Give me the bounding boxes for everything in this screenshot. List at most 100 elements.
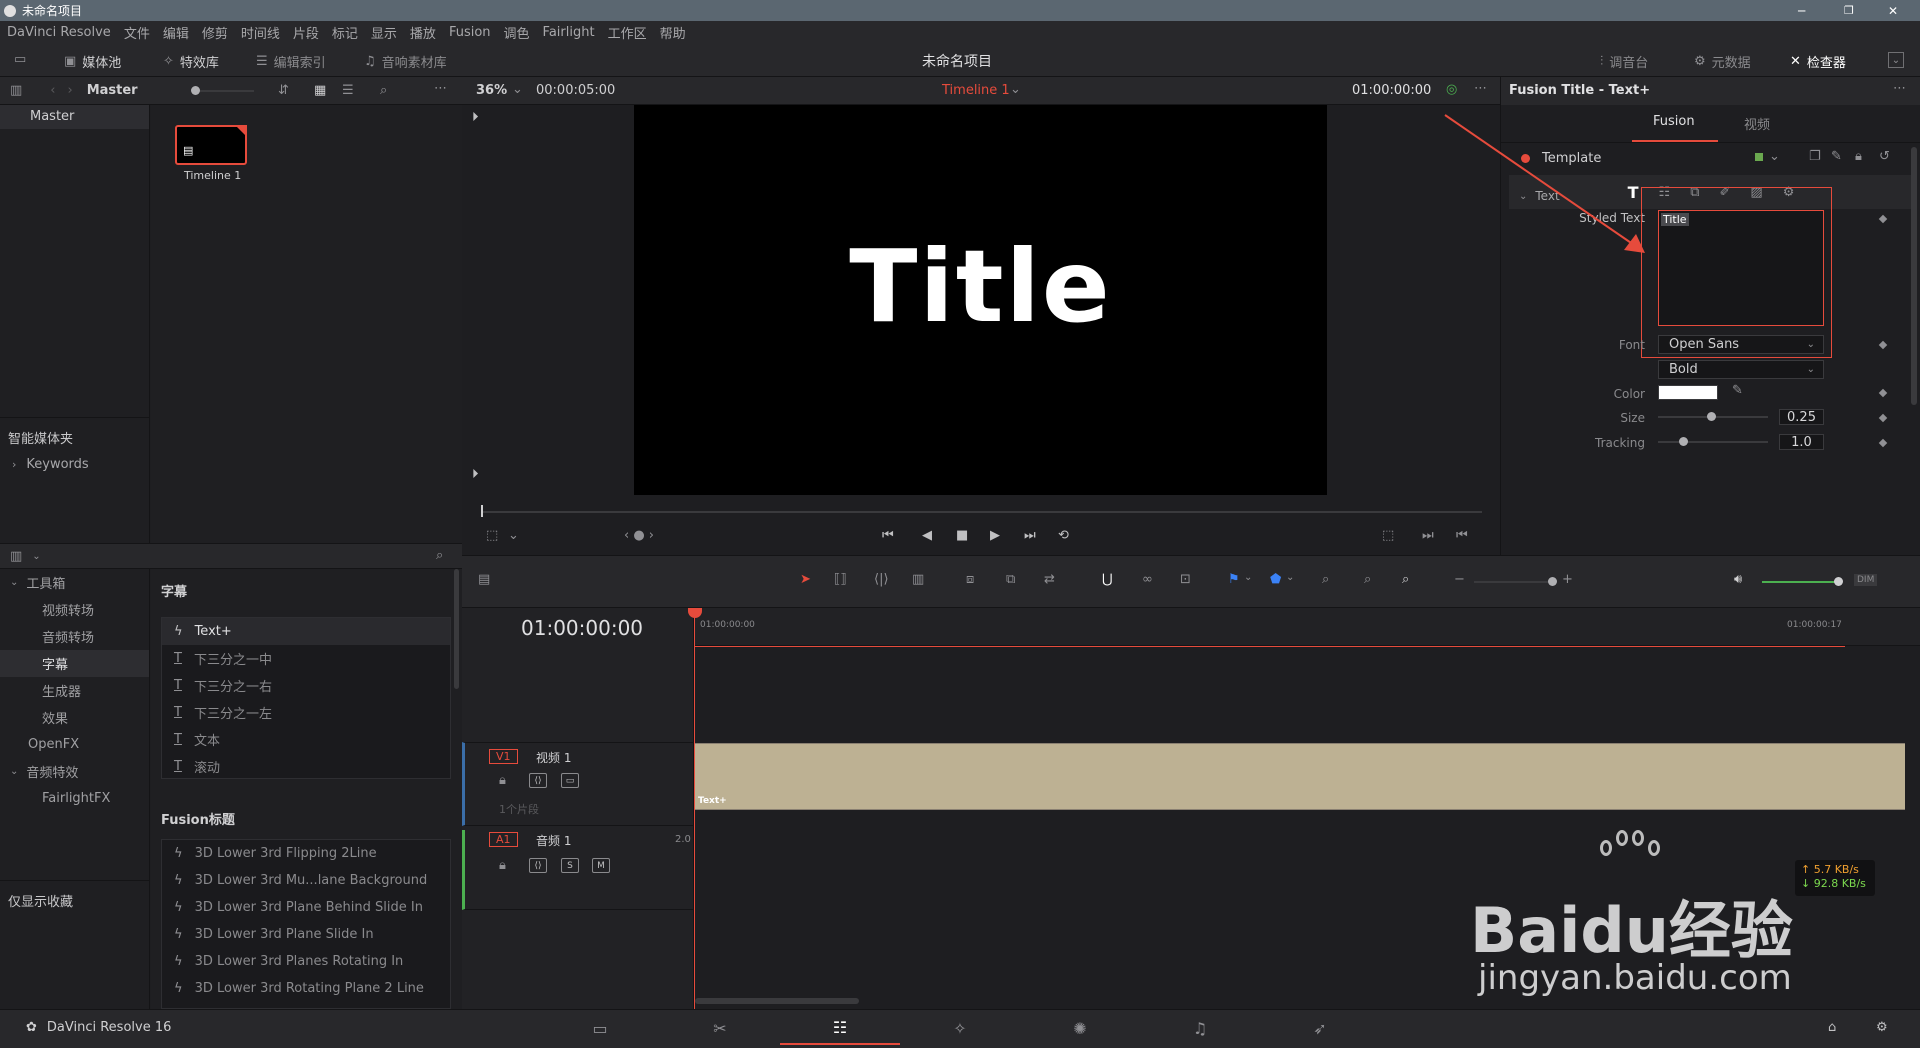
tab-video[interactable]: 视频: [1744, 114, 1770, 133]
color-swatch[interactable]: [1658, 385, 1718, 400]
color-page-button[interactable]: ✺: [1020, 1011, 1140, 1045]
zoom-level[interactable]: 36%: [476, 83, 507, 98]
menu-clip[interactable]: 片段: [293, 23, 319, 42]
a1-lock-icon[interactable]: 🔒︎: [499, 858, 506, 873]
menu-playback[interactable]: 播放: [410, 23, 436, 42]
zoom-detail-icon[interactable]: ⌕: [1364, 572, 1371, 587]
dim-button[interactable]: DIM: [1854, 574, 1878, 586]
snapping-icon[interactable]: ⋃: [1102, 572, 1113, 587]
menu-trim[interactable]: 修剪: [202, 23, 228, 42]
timeline-ruler[interactable]: 01:00:00:00 01:00:00:17: [695, 608, 1920, 646]
timeline-zoom-knob[interactable]: [1548, 577, 1557, 586]
bin-master[interactable]: Master: [0, 105, 149, 129]
selection-tool-icon[interactable]: ➤: [800, 572, 811, 587]
menu-workspace[interactable]: 工作区: [608, 23, 647, 42]
marker-dropdown-icon[interactable]: ⌄: [1286, 572, 1294, 583]
font-keyframe-icon[interactable]: [1878, 340, 1888, 350]
effects-dropdown-icon[interactable]: ⌄: [32, 551, 40, 562]
viewer-options-icon[interactable]: ⋯: [1474, 81, 1487, 96]
menu-davinci[interactable]: DaVinci Resolve: [7, 25, 111, 40]
blade-tool-icon[interactable]: ▥: [912, 572, 924, 587]
prev-clip-icon[interactable]: ⏮: [1456, 528, 1468, 543]
thumb-size-knob[interactable]: [191, 86, 200, 95]
edit-index-button[interactable]: ☰ 编辑索引: [256, 52, 326, 71]
play-reverse-icon[interactable]: ◀: [922, 528, 932, 543]
zoom-custom-icon[interactable]: ⌕: [1402, 572, 1409, 587]
eyedropper-icon[interactable]: ✎: [1732, 383, 1743, 398]
link-icon[interactable]: ∞: [1142, 572, 1153, 587]
a1-mute-button[interactable]: M: [592, 858, 610, 873]
sound-library-button[interactable]: ♫ 音响素材库: [364, 52, 447, 71]
pin-icon[interactable]: ✎: [1831, 149, 1842, 164]
fusion-title-item[interactable]: ϟ 3D Lower 3rd Planes Rotating In: [162, 948, 450, 975]
overwrite-clip-icon[interactable]: ⧉: [1006, 572, 1015, 587]
keywords-item[interactable]: › Keywords: [12, 457, 89, 472]
openfx-item[interactable]: OpenFX: [0, 731, 149, 758]
textplus-clip[interactable]: Text+: [695, 743, 1905, 810]
size-input[interactable]: 0.25: [1779, 409, 1824, 425]
deliver-page-button[interactable]: ➶: [1260, 1011, 1380, 1045]
close-icon[interactable]: ✕: [1888, 4, 1898, 18]
zoom-in-icon[interactable]: +: [1562, 572, 1573, 587]
fusion-page-button[interactable]: ✧: [900, 1011, 1020, 1045]
dynamic-trim-icon[interactable]: ⟨|⟩: [874, 572, 889, 587]
effects-search-icon[interactable]: ⌕: [436, 548, 443, 563]
title-item-text[interactable]: T 文本: [162, 726, 450, 753]
replace-clip-icon[interactable]: ⇄: [1044, 572, 1055, 587]
metadata-button[interactable]: ⚙ 元数据: [1694, 52, 1751, 71]
mixer-button[interactable]: ⫶ 调音台: [1600, 52, 1648, 71]
volume-slider[interactable]: [1762, 581, 1838, 583]
generators-item[interactable]: 生成器: [0, 677, 149, 704]
size-slider-knob[interactable]: [1707, 412, 1716, 421]
match-frame-icon[interactable]: ⬚: [1382, 528, 1394, 543]
menu-fairlight[interactable]: Fairlight: [543, 25, 595, 40]
zoom-dropdown-icon[interactable]: ⌄: [512, 82, 523, 97]
inspector-scrollbar[interactable]: [1911, 147, 1917, 405]
list-view-icon[interactable]: ☰: [342, 83, 354, 98]
toolbox-item[interactable]: ⌄ 工具箱: [0, 569, 149, 596]
flag-dropdown-icon[interactable]: ⌄: [1244, 572, 1252, 583]
a1-auto-select-icon[interactable]: ⟨⟩: [529, 858, 547, 873]
title-item-lower-left[interactable]: T 下三分之一左: [162, 699, 450, 726]
inspector-button[interactable]: ✕ 检查器: [1790, 52, 1846, 71]
home-icon[interactable]: ⌂: [1828, 1020, 1836, 1035]
styled-text-keyframe-icon[interactable]: [1878, 214, 1888, 224]
menu-view[interactable]: 显示: [371, 23, 397, 42]
scrubber-bar[interactable]: [482, 511, 1482, 513]
media-page-button[interactable]: ▭: [540, 1011, 660, 1045]
cut-page-button[interactable]: ✂: [660, 1011, 780, 1045]
layout-icon[interactable]: ▭: [14, 52, 26, 67]
style-dropdown[interactable]: Bold ⌄: [1658, 360, 1824, 379]
fusion-title-item[interactable]: ϟ 3D Lower 3rd Plane Slide In: [162, 921, 450, 948]
fusion-title-item[interactable]: ϟ 3D Lower 3rd Rotating Plane 2 Line: [162, 975, 450, 1002]
v1-name[interactable]: 视频 1: [536, 749, 571, 766]
reset-icon[interactable]: ↺: [1879, 149, 1890, 164]
loop-icon[interactable]: ⟲: [1058, 528, 1069, 543]
title-item-textplus[interactable]: ϟ Text+: [162, 618, 450, 645]
titles-item[interactable]: 字幕: [0, 650, 149, 677]
tracking-input[interactable]: 1.0: [1779, 434, 1824, 450]
trim-tool-icon[interactable]: ⟦⟧: [834, 572, 847, 587]
view-mode-dropdown-icon[interactable]: ⌄: [508, 528, 519, 543]
fusion-title-item[interactable]: ϟ 3D Lower 3rd Flipping 2Line: [162, 840, 450, 867]
timeline-dropdown-icon[interactable]: ⌄: [1010, 82, 1021, 97]
video-transitions-item[interactable]: 视频转场: [0, 596, 149, 623]
menu-fusion[interactable]: Fusion: [449, 25, 491, 40]
zoom-out-icon[interactable]: −: [1454, 572, 1465, 587]
jog-icon[interactable]: ‹ ● ›: [624, 528, 654, 543]
v1-auto-select-icon[interactable]: ⟨⟩: [529, 773, 547, 788]
effects-button[interactable]: ✧ 特效库: [163, 52, 219, 71]
title-item-lower-center[interactable]: T 下三分之一中: [162, 645, 450, 672]
last-frame-icon[interactable]: ⏵: [472, 467, 479, 482]
restore-icon[interactable]: ❐: [1844, 4, 1854, 17]
play-icon[interactable]: ▶: [990, 528, 1000, 543]
template-dropdown-icon[interactable]: ⌄: [1769, 149, 1780, 164]
audio-fx-item[interactable]: ⌄ 音频特效: [0, 758, 149, 785]
favorites-label[interactable]: 仅显示收藏: [8, 891, 73, 910]
title-item-lower-right[interactable]: T 下三分之一右: [162, 672, 450, 699]
effects-scrollbar[interactable]: [454, 569, 459, 689]
template-color-swatch[interactable]: [1755, 153, 1763, 161]
forward-icon[interactable]: ›: [68, 83, 73, 98]
fusion-title-item[interactable]: ϟ 3D Lower 3rd Plane Behind Slide In: [162, 894, 450, 921]
fairlight-page-button[interactable]: ♫: [1140, 1011, 1260, 1045]
